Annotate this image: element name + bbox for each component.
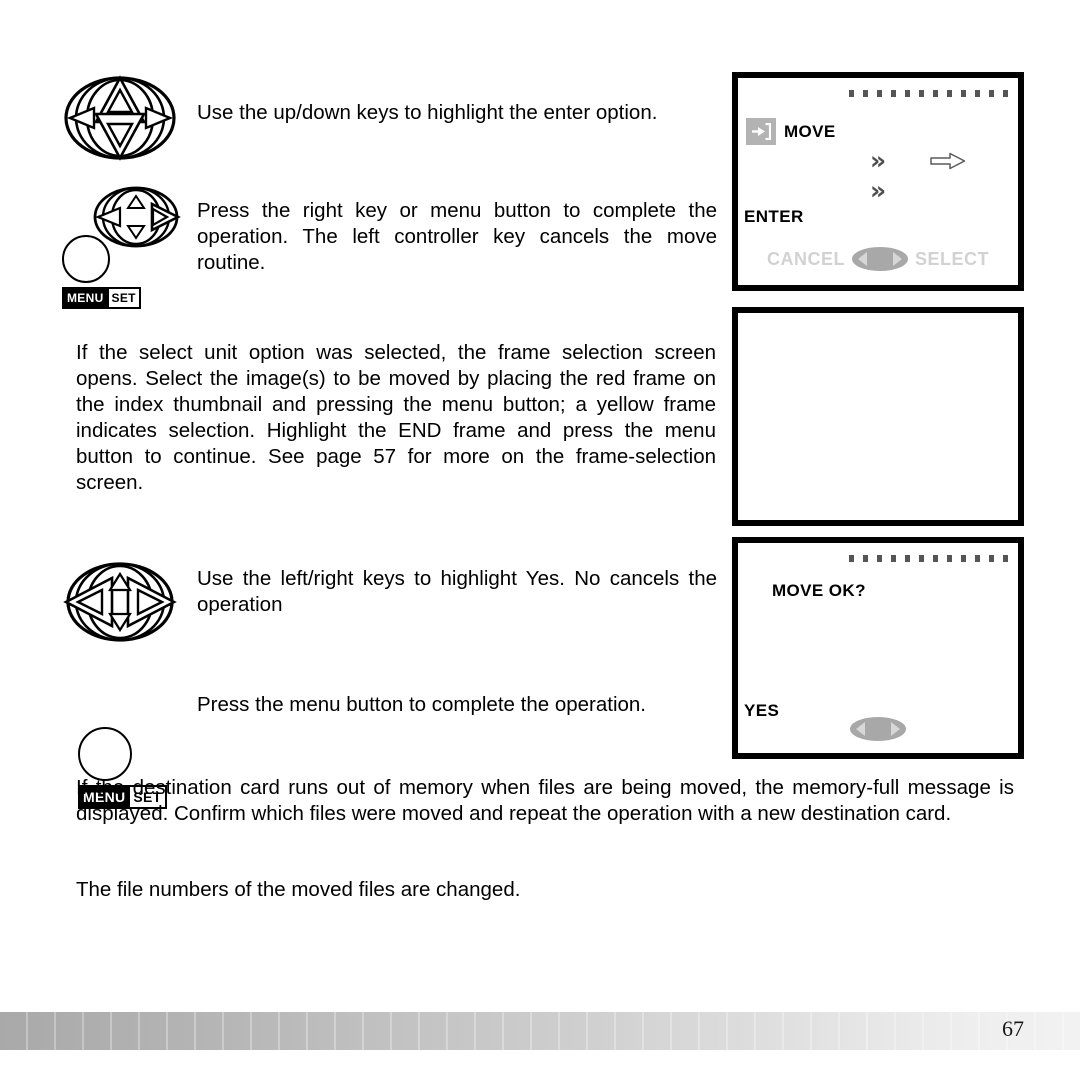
menu-badge-label: MENU (64, 289, 107, 307)
lcd-2-inner (738, 313, 1018, 520)
hollow-arrow-glyph (930, 152, 966, 170)
paragraph-file-numbers: The file numbers of the moved files are … (76, 878, 521, 901)
paragraph-select-unit: If the select unit option was selected, … (76, 341, 716, 494)
pad-right-arrow-icon (892, 252, 902, 266)
enter-into-folder-icon (746, 118, 776, 145)
page-number: 67 (1002, 1016, 1024, 1041)
dashed-rule-icon (849, 90, 1012, 97)
controller-updown-svg (64, 75, 176, 161)
four-way-controller-updown-icon (64, 75, 176, 161)
lcd-1-select-label: SELECT (914, 248, 989, 269)
dashed-rule-icon (849, 555, 1012, 562)
lcd-3-pad-row (738, 717, 1018, 741)
step-1-text: Use the up/down keys to highlight the en… (197, 101, 658, 124)
hollow-right-arrow-icon (930, 152, 966, 170)
menu-button-circle[interactable] (78, 727, 132, 781)
lcd-1-chevron-1: » (870, 146, 887, 175)
lcd-screen-frame-selection (732, 307, 1024, 526)
lcd-1-guide-row: CANCEL SELECT (738, 247, 1018, 271)
lcd-1-chevron-2: » (870, 176, 887, 205)
lcd-1-cancel-label: CANCEL (766, 248, 845, 269)
paragraph-memory-full: If the destination card runs out of memo… (76, 776, 1014, 825)
step-2-text: Press the right key or menu button to co… (197, 199, 717, 274)
lcd-3-title-label: MOVE OK? (772, 581, 866, 600)
step-4-text: Press the menu button to complete the op… (197, 693, 646, 716)
lcd-screen-move-confirm: MOVE OK? YES (732, 537, 1024, 759)
lcd-screen-move-enter: MOVE » » ENTER CANCEL SELECT (732, 72, 1024, 291)
pad-left-arrow-icon (857, 252, 867, 266)
menu-set-badge: MENU SET (62, 287, 141, 309)
set-badge-label: SET (106, 289, 139, 307)
menu-set-button-1[interactable]: MENU SET (62, 235, 141, 309)
lcd-1-enter-label: ENTER (744, 207, 804, 226)
controller-leftright-svg (63, 562, 177, 642)
menu-button-circle[interactable] (62, 235, 110, 283)
left-right-controller-pad-icon (851, 247, 908, 271)
lcd-1-inner: MOVE » » ENTER CANCEL SELECT (738, 78, 1018, 285)
enter-arrow-glyph (752, 123, 771, 140)
left-right-controller-pad-icon (850, 717, 906, 741)
pad-right-arrow-icon (891, 722, 900, 736)
pad-left-arrow-icon (856, 722, 865, 736)
lcd-1-move-label: MOVE (784, 122, 836, 141)
lcd-3-inner: MOVE OK? YES (738, 543, 1018, 753)
four-way-controller-leftright-icon (63, 562, 177, 642)
footer-gradient-bar (0, 1012, 1080, 1050)
step-3-text: Use the left/right keys to highlight Yes… (197, 567, 717, 616)
